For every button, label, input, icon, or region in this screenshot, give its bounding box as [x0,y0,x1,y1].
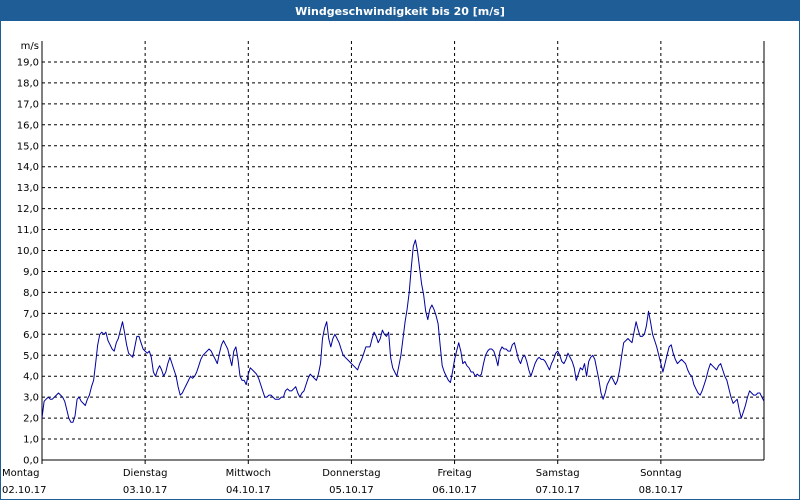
x-tick-day-label: Donnerstag [322,468,380,479]
y-tick-label: 13,0 [17,183,39,194]
y-tick-label: 10,0 [17,246,39,257]
y-tick-label: 9,0 [23,267,39,278]
axis-layer: m/s 0,0 1,0 2,0 3,0 4,0 5,0 6,0 7,0 8,0 9,0 10,0 11… [2,41,765,496]
y-tick-label: 18,0 [17,78,39,89]
grid-layer [42,41,764,460]
y-axis-unit-label: m/s [21,41,39,52]
x-tick-date-label: 03.10.17 [123,485,168,496]
y-tick-label: 4,0 [23,372,39,383]
y-tick-label: 1,0 [23,435,39,446]
y-tick-label: 17,0 [17,99,39,110]
x-tick-date-label: 05.10.17 [329,485,374,496]
series-layer [41,239,765,423]
x-tick-day-label: Freitag [437,468,471,479]
y-tick-label: 11,0 [17,225,39,236]
x-tick-date-label: 07.10.17 [535,485,580,496]
y-tick-label: 6,0 [23,330,39,341]
x-tick-day-label: Mittwoch [226,468,271,479]
y-tick-label: 7,0 [23,309,39,320]
x-tick-date-label: 08.10.17 [639,485,684,496]
wind-speed-chart: m/s 0,0 1,0 2,0 3,0 4,0 5,0 6,0 7,0 8,0 9,0 10,0 11… [2,41,765,496]
y-tick-label: 16,0 [17,120,39,131]
x-tick-day-label: Samstag [536,468,580,479]
x-tick-date-label: 06.10.17 [432,485,477,496]
y-tick-label: 12,0 [17,204,39,215]
x-tick-day-label: Sonntag [640,468,682,479]
y-tick-label: 0,0 [23,456,39,467]
x-tick-date-label: 04.10.17 [226,485,271,496]
y-tick-label: 5,0 [23,351,39,362]
y-tick-label: 15,0 [17,141,39,152]
x-tick-day-label: Montag [2,468,39,479]
y-tick-label: 3,0 [23,393,39,404]
x-tick-date-label: 02.10.17 [2,485,47,496]
x-tick-day-label: Dienstag [123,468,168,479]
y-tick-label: 8,0 [23,288,39,299]
wind-speed-series-line [41,239,765,423]
y-tick-label: 14,0 [17,162,39,173]
y-tick-label: 19,0 [17,57,39,68]
y-tick-label: 2,0 [23,414,39,425]
